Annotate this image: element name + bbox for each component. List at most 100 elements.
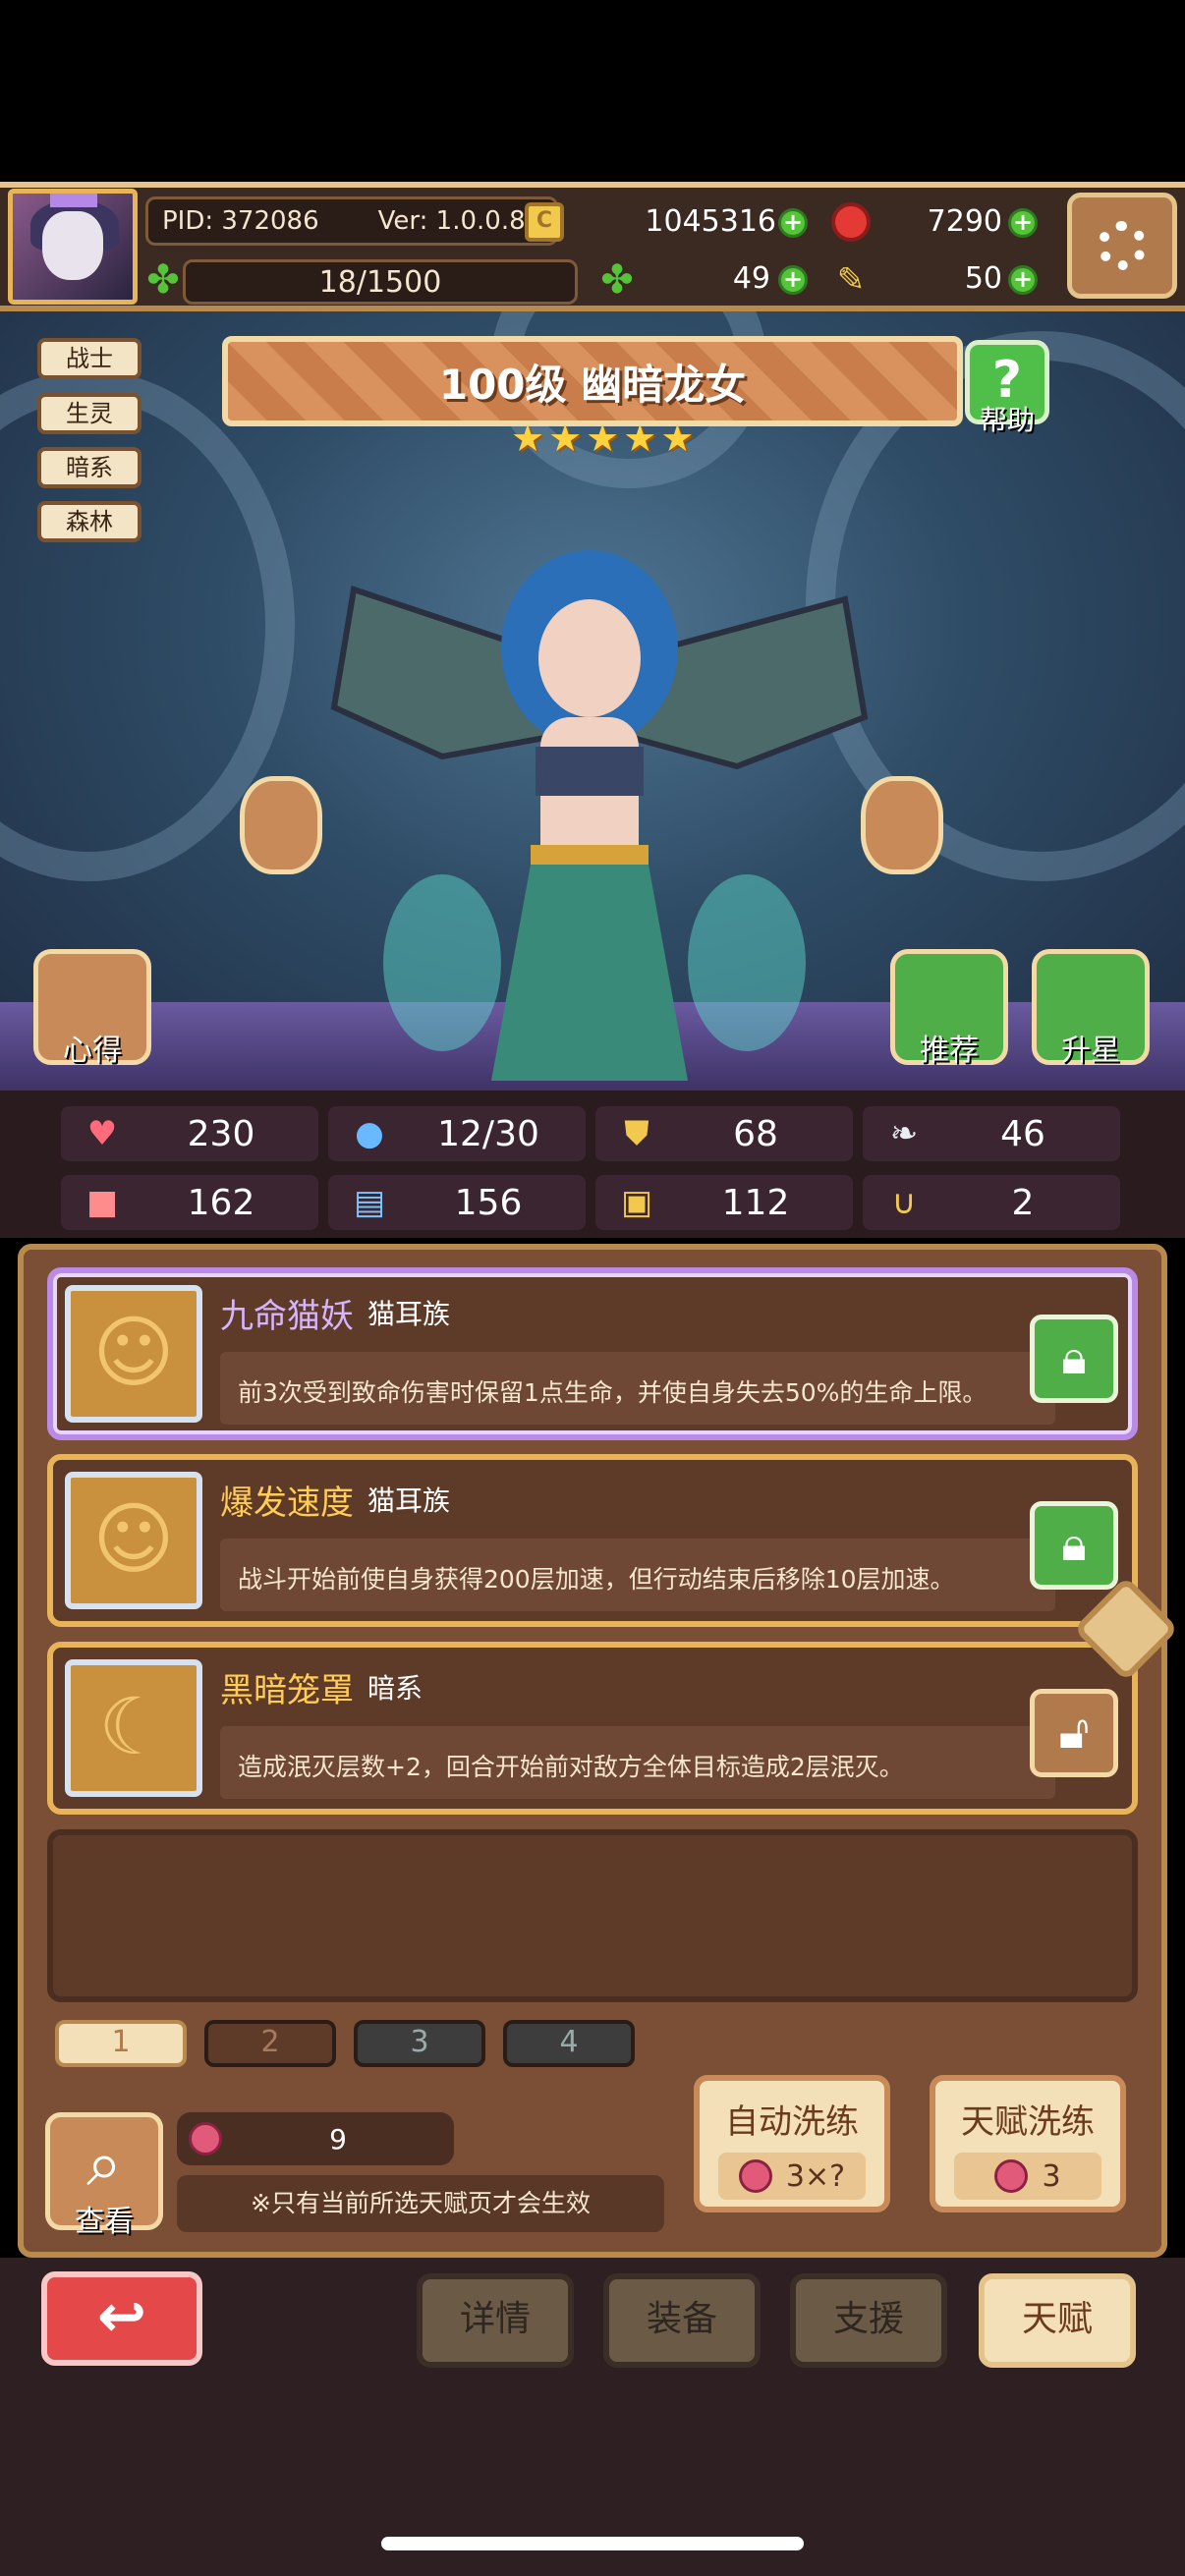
exp-bar: 18/1500 (183, 259, 578, 305)
talent-name: 九命猫妖 (220, 1296, 354, 1336)
settings-button[interactable] (1067, 193, 1177, 299)
talent-tribe: 猫耳族 (367, 1484, 451, 1517)
star-icon: ★ (586, 417, 620, 460)
book-icon: ▤ (353, 1183, 386, 1222)
home-indicator[interactable] (381, 2537, 804, 2550)
add-ticket-button[interactable]: + (1008, 265, 1038, 295)
tag-class[interactable]: 战士 (37, 338, 141, 379)
add-clover-button[interactable]: + (778, 265, 808, 295)
talent-slot-empty (47, 1829, 1138, 2002)
star-icon: ★ (623, 417, 657, 460)
nav-details-button[interactable]: 详情 (417, 2273, 574, 2368)
talent-page-tabs: 1 2 3 4 (55, 2020, 635, 2067)
talent-description: 战斗开始前使自身获得200层加速，但行动结束后移除10层加速。 (220, 1539, 1055, 1611)
magnifier-icon: ⌕ (86, 2128, 122, 2201)
nav-support-button[interactable]: 支援 (790, 2273, 947, 2368)
talent-page-tab-2[interactable]: 2 (204, 2020, 336, 2067)
lock-open-icon: 🔓︎ (1058, 1705, 1090, 1760)
fruit-icon (994, 2159, 1029, 2193)
auto-reroll-button[interactable]: 自动洗练 3×? (694, 2075, 890, 2212)
horseshoe-icon: ∪ (891, 1183, 917, 1222)
stat-magic: ▤ 156 (328, 1175, 586, 1230)
hero-sprite (330, 550, 869, 1081)
fruit-counter: 9 (177, 2112, 454, 2165)
stat-luck-value: 2 (1011, 1182, 1035, 1223)
lock-toggle-button[interactable]: 🔒︎ (1030, 1315, 1118, 1403)
stat-mana-value: 12/30 (437, 1113, 539, 1154)
cat-icon: ☺ (65, 1472, 202, 1609)
gem-amount: 7290 (927, 204, 1002, 239)
talent-page-tab-1[interactable]: 1 (55, 2020, 187, 2067)
back-button[interactable]: ↩ (41, 2271, 202, 2366)
talent-slot-3[interactable]: ☾ 黑暗笼罩 暗系 造成泯灭层数+2，回合开始前对敌方全体目标造成2层泯灭。 🔓… (47, 1642, 1138, 1815)
lock-toggle-button[interactable]: 🔒︎ (1030, 1501, 1118, 1590)
stat-luck: ∪ 2 (863, 1175, 1120, 1230)
stat-armor: ▣ 112 (595, 1175, 853, 1230)
talent-description: 前3次受到致命伤害时保留1点生命，并使自身失去50%的生命上限。 (220, 1352, 1055, 1425)
tag-element[interactable]: 暗系 (37, 447, 141, 488)
clover-icon: ✤ (600, 257, 634, 303)
stat-mana: ● 12/30 (328, 1106, 586, 1161)
add-gem-button[interactable]: + (1008, 208, 1038, 238)
stat-defense-value: 68 (733, 1113, 778, 1154)
tips-label: 心得 (63, 1034, 122, 1068)
hero-title-banner: 100级 幽暗龙女 (222, 336, 963, 426)
talent-name: 黑暗笼罩 (220, 1670, 354, 1710)
version-text: Ver: 1.0.0.8 (377, 206, 526, 236)
exp-text: 18/1500 (318, 264, 442, 300)
help-label: 帮助 (979, 404, 1035, 436)
stat-defense: ⛊ 68 (595, 1106, 853, 1161)
nav-talent-button[interactable]: 天赋 (979, 2273, 1136, 2368)
fruit-count: 9 (329, 2122, 347, 2156)
hero-stars: ★ ★ ★ ★ ★ (511, 417, 694, 460)
scroll-icon: ▣ (620, 1183, 653, 1222)
talent-description: 造成泯灭层数+2，回合开始前对敌方全体目标造成2层泯灭。 (220, 1726, 1055, 1799)
tag-race[interactable]: 生灵 (37, 393, 141, 434)
stat-attack: ■ 162 (61, 1175, 318, 1230)
ticket-icon: ✎ (836, 260, 866, 300)
moon-icon: ☾ (65, 1659, 202, 1797)
tag-terrain[interactable]: 森林 (37, 501, 141, 542)
hero-title: 100级 幽暗龙女 (438, 360, 747, 409)
heart-icon: ♥ (86, 1114, 118, 1153)
stat-speed-value: 46 (1000, 1113, 1045, 1154)
star-icon: ★ (548, 417, 583, 460)
lock-closed-icon: 🔒︎ (1061, 1330, 1087, 1385)
ticket-amount: 50 (964, 261, 1002, 296)
stat-attack-value: 162 (187, 1182, 255, 1223)
pid-version-bar: PID: 372086 Ver: 1.0.0.8 (145, 196, 558, 246)
shield-icon: ⛊ (624, 1114, 649, 1153)
nav-equipment-button[interactable]: 装备 (603, 2273, 761, 2368)
status-bar (0, 0, 1185, 182)
lock-closed-icon: 🔒︎ (1061, 1517, 1087, 1572)
talent-reroll-button[interactable]: 天赋洗练 3 (930, 2075, 1126, 2212)
lock-toggle-button[interactable]: 🔓︎ (1030, 1689, 1118, 1777)
clover-amount: 49 (732, 261, 770, 296)
stat-hp-value: 230 (187, 1113, 255, 1154)
fist-icon: ■ (85, 1183, 119, 1222)
talent-page-tab-3[interactable]: 3 (354, 2020, 485, 2067)
talent-slot-1[interactable]: ☺ 九命猫妖 猫耳族 前3次受到致命伤害时保留1点生命，并使自身失去50%的生命… (47, 1267, 1138, 1440)
add-gold-button[interactable]: + (778, 208, 808, 238)
gold-coin-icon: C (525, 202, 564, 242)
auto-reroll-label: 自动洗练 (725, 2102, 859, 2142)
stat-armor-value: 112 (721, 1182, 790, 1223)
player-avatar[interactable] (8, 189, 138, 305)
talent-slot-2[interactable]: ☺ 爆发速度 猫耳族 战斗开始前使自身获得200层加速，但行动结束后移除10层加… (47, 1454, 1138, 1627)
gold-amount: 1045316 (645, 204, 776, 239)
talent-page-tab-4[interactable]: 4 (503, 2020, 635, 2067)
recommend-label: 推荐 (920, 1034, 979, 1068)
water-drop-icon: ● (355, 1114, 384, 1153)
talent-name: 爆发速度 (220, 1483, 354, 1523)
pid-text: PID: 372086 (162, 206, 319, 236)
return-arrow-icon: ↩ (96, 2282, 147, 2351)
stat-magic-value: 156 (454, 1182, 523, 1223)
view-label: 查看 (75, 2205, 134, 2239)
auto-reroll-cost: 3×? (785, 2158, 846, 2194)
fruit-icon (189, 2122, 222, 2156)
star-up-label: 升星 (1061, 1034, 1120, 1068)
talent-tribe: 暗系 (367, 1672, 423, 1705)
talent-reroll-cost: 3 (1042, 2158, 1061, 2194)
cat-icon: ☺ (65, 1285, 202, 1423)
talent-reroll-label: 天赋洗练 (961, 2102, 1095, 2142)
